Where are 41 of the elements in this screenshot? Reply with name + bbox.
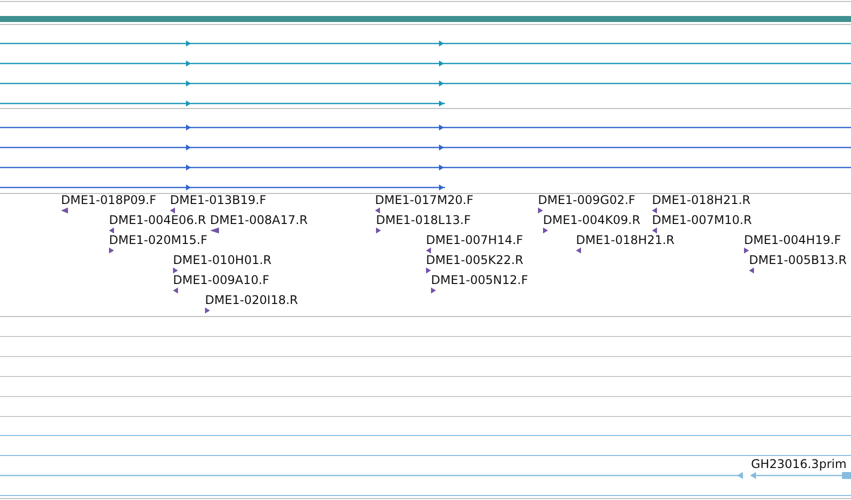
transcript-label[interactable]: GH23016.3prim xyxy=(751,457,847,471)
feature-label[interactable]: DME1-009G02.F xyxy=(538,193,636,207)
feature-label[interactable]: DME1-018H21.R xyxy=(576,233,674,247)
feature-label[interactable]: DME1-018H21.R xyxy=(652,193,750,207)
strand-marker[interactable] xyxy=(109,228,114,234)
feature-label[interactable]: DME1-004H19.F xyxy=(744,233,842,247)
strand-marker[interactable] xyxy=(431,288,436,294)
strand-marker[interactable] xyxy=(744,248,749,254)
strand-marker[interactable] xyxy=(375,208,380,214)
feature-label[interactable]: DME1-013B19.F xyxy=(170,193,266,207)
feature-label[interactable]: DME1-004E06.R xyxy=(109,213,206,227)
strand-marker[interactable] xyxy=(749,268,754,274)
feature-label[interactable]: DME1-018L13.F xyxy=(376,213,471,227)
feature-label[interactable]: DME1-007M10.R xyxy=(652,213,752,227)
strand-marker[interactable] xyxy=(538,208,543,214)
strand-marker[interactable] xyxy=(376,228,381,234)
feature-label[interactable]: DME1-004K09.R xyxy=(543,213,640,227)
strand-marker[interactable] xyxy=(210,228,219,234)
feature-label[interactable]: DME1-017M20.F xyxy=(375,193,474,207)
strand-marker[interactable] xyxy=(109,248,114,254)
feature-label[interactable]: DME1-020M15.F xyxy=(109,233,208,247)
strand-marker[interactable] xyxy=(173,268,178,274)
feature-label[interactable]: DME1-005K22.R xyxy=(426,253,524,267)
strand-marker[interactable] xyxy=(652,228,657,234)
strand-marker[interactable] xyxy=(426,268,431,274)
strand-marker[interactable] xyxy=(426,248,431,254)
strand-marker[interactable] xyxy=(205,308,210,314)
strand-marker[interactable] xyxy=(576,248,581,254)
feature-label[interactable]: DME1-005B13.R xyxy=(749,253,847,267)
feature-label[interactable]: DME1-008A17.R xyxy=(210,213,308,227)
strand-marker[interactable] xyxy=(61,208,68,214)
feature-label[interactable]: DME1-010H01.R xyxy=(173,253,272,267)
feature-label[interactable]: DME1-020I18.R xyxy=(205,293,298,307)
feature-label[interactable]: DME1-007H14.F xyxy=(426,233,524,247)
strand-marker[interactable] xyxy=(652,208,657,214)
feature-label[interactable]: DME1-009A10.F xyxy=(173,273,270,287)
feature-label[interactable]: DME1-018P09.F xyxy=(61,193,156,207)
feature-label[interactable]: DME1-005N12.F xyxy=(431,273,528,287)
strand-marker[interactable] xyxy=(173,288,178,294)
strand-marker[interactable] xyxy=(170,208,175,214)
strand-marker[interactable] xyxy=(543,228,548,234)
